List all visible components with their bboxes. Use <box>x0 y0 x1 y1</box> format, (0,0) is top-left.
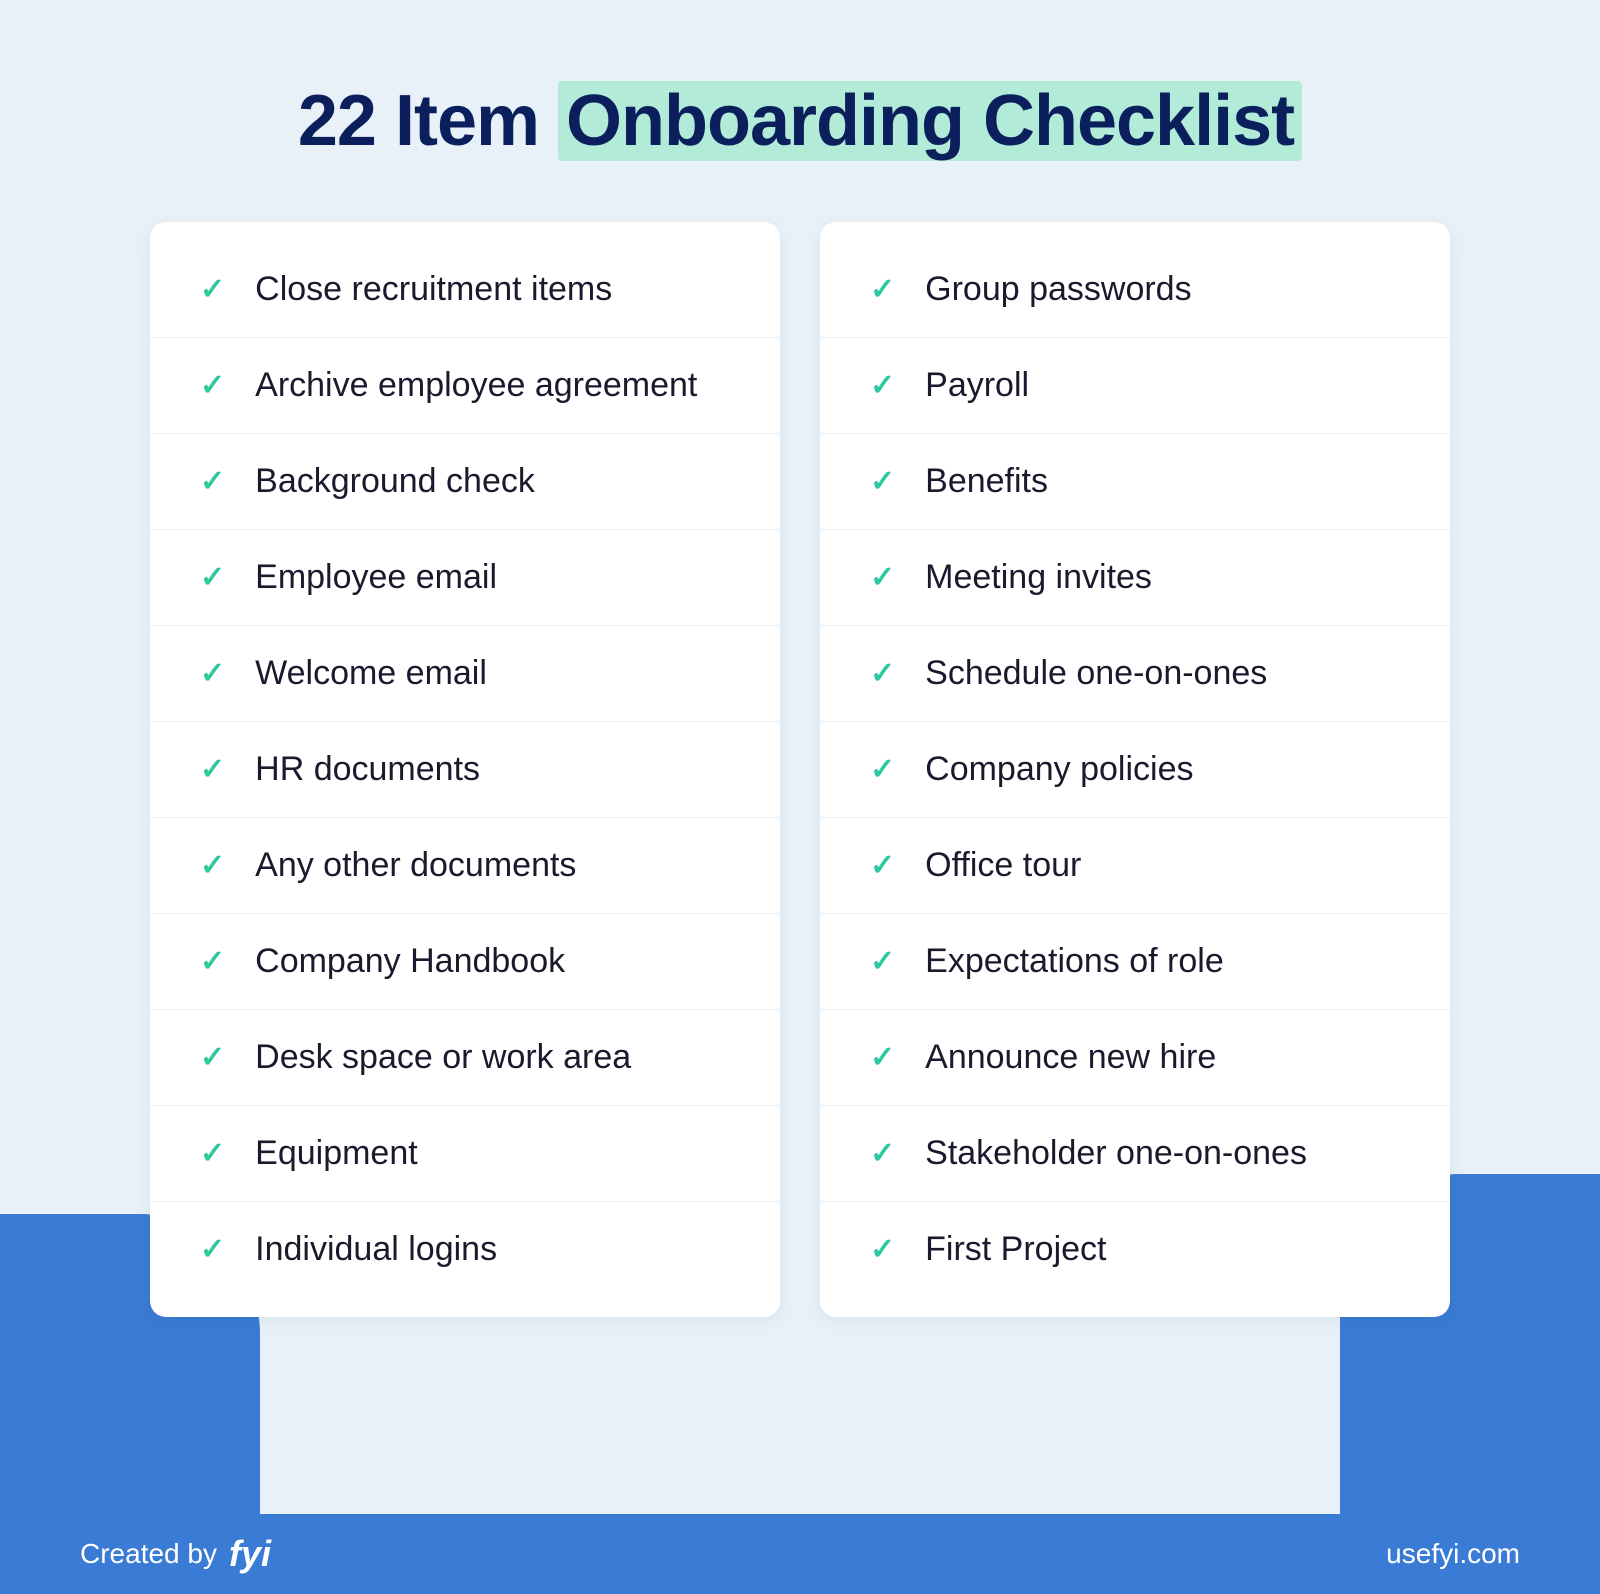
check-icon: ✓ <box>200 944 225 979</box>
item-label: Employee email <box>255 558 497 597</box>
created-by-label: Created by <box>80 1538 217 1570</box>
footer-website: usefyi.com <box>1386 1538 1520 1570</box>
check-icon: ✓ <box>870 752 895 787</box>
list-item: ✓ Archive employee agreement <box>150 338 780 434</box>
checklist-container: ✓ Close recruitment items ✓ Archive empl… <box>150 222 1450 1317</box>
item-label: Company Handbook <box>255 942 565 981</box>
item-label: Close recruitment items <box>255 270 612 309</box>
list-item: ✓ Welcome email <box>150 626 780 722</box>
check-icon: ✓ <box>200 752 225 787</box>
list-item: ✓ HR documents <box>150 722 780 818</box>
item-label: Welcome email <box>255 654 487 693</box>
footer-left: Created by fyi <box>80 1533 271 1575</box>
item-label: Company policies <box>925 750 1193 789</box>
left-checklist-card: ✓ Close recruitment items ✓ Archive empl… <box>150 222 780 1317</box>
list-item: ✓ Background check <box>150 434 780 530</box>
title-part1: 22 Item <box>298 81 558 161</box>
check-icon: ✓ <box>200 1040 225 1075</box>
title-part2: Onboarding Checklist <box>558 81 1302 161</box>
check-icon: ✓ <box>870 368 895 403</box>
list-item: ✓ Meeting invites <box>820 530 1450 626</box>
item-label: HR documents <box>255 750 480 789</box>
check-icon: ✓ <box>200 656 225 691</box>
list-item: ✓ Benefits <box>820 434 1450 530</box>
check-icon: ✓ <box>200 1232 225 1267</box>
page-title: 22 Item Onboarding Checklist <box>298 80 1302 162</box>
list-item: ✓ First Project <box>820 1202 1450 1297</box>
item-label: Expectations of role <box>925 942 1224 981</box>
list-item: ✓ Employee email <box>150 530 780 626</box>
list-item: ✓ Expectations of role <box>820 914 1450 1010</box>
list-item: ✓ Individual logins <box>150 1202 780 1297</box>
item-label: Stakeholder one-on-ones <box>925 1134 1307 1173</box>
list-item: ✓ Close recruitment items <box>150 242 780 338</box>
item-label: Background check <box>255 462 535 501</box>
check-icon: ✓ <box>200 368 225 403</box>
footer-logo: fyi <box>229 1533 271 1575</box>
page-header: 22 Item Onboarding Checklist <box>298 80 1302 162</box>
check-icon: ✓ <box>200 272 225 307</box>
list-item: ✓ Equipment <box>150 1106 780 1202</box>
check-icon: ✓ <box>870 1040 895 1075</box>
check-icon: ✓ <box>870 656 895 691</box>
list-item: ✓ Company policies <box>820 722 1450 818</box>
check-icon: ✓ <box>200 848 225 883</box>
item-label: Meeting invites <box>925 558 1152 597</box>
check-icon: ✓ <box>200 560 225 595</box>
item-label: Announce new hire <box>925 1038 1216 1077</box>
footer: Created by fyi usefyi.com <box>0 1514 1600 1594</box>
list-item: ✓ Announce new hire <box>820 1010 1450 1106</box>
check-icon: ✓ <box>870 848 895 883</box>
list-item: ✓ Office tour <box>820 818 1450 914</box>
check-icon: ✓ <box>870 464 895 499</box>
item-label: Office tour <box>925 846 1081 885</box>
check-icon: ✓ <box>870 944 895 979</box>
item-label: Benefits <box>925 462 1048 501</box>
check-icon: ✓ <box>870 560 895 595</box>
item-label: Archive employee agreement <box>255 366 697 405</box>
check-icon: ✓ <box>870 1136 895 1171</box>
right-checklist-card: ✓ Group passwords ✓ Payroll ✓ Benefits ✓… <box>820 222 1450 1317</box>
check-icon: ✓ <box>870 1232 895 1267</box>
item-label: Individual logins <box>255 1230 497 1269</box>
item-label: Schedule one-on-ones <box>925 654 1267 693</box>
check-icon: ✓ <box>200 464 225 499</box>
item-label: Desk space or work area <box>255 1038 631 1077</box>
item-label: Any other documents <box>255 846 576 885</box>
item-label: First Project <box>925 1230 1106 1269</box>
list-item: ✓ Schedule one-on-ones <box>820 626 1450 722</box>
item-label: Payroll <box>925 366 1029 405</box>
list-item: ✓ Stakeholder one-on-ones <box>820 1106 1450 1202</box>
list-item: ✓ Company Handbook <box>150 914 780 1010</box>
list-item: ✓ Desk space or work area <box>150 1010 780 1106</box>
item-label: Group passwords <box>925 270 1191 309</box>
list-item: ✓ Any other documents <box>150 818 780 914</box>
item-label: Equipment <box>255 1134 418 1173</box>
check-icon: ✓ <box>870 272 895 307</box>
list-item: ✓ Payroll <box>820 338 1450 434</box>
list-item: ✓ Group passwords <box>820 242 1450 338</box>
check-icon: ✓ <box>200 1136 225 1171</box>
